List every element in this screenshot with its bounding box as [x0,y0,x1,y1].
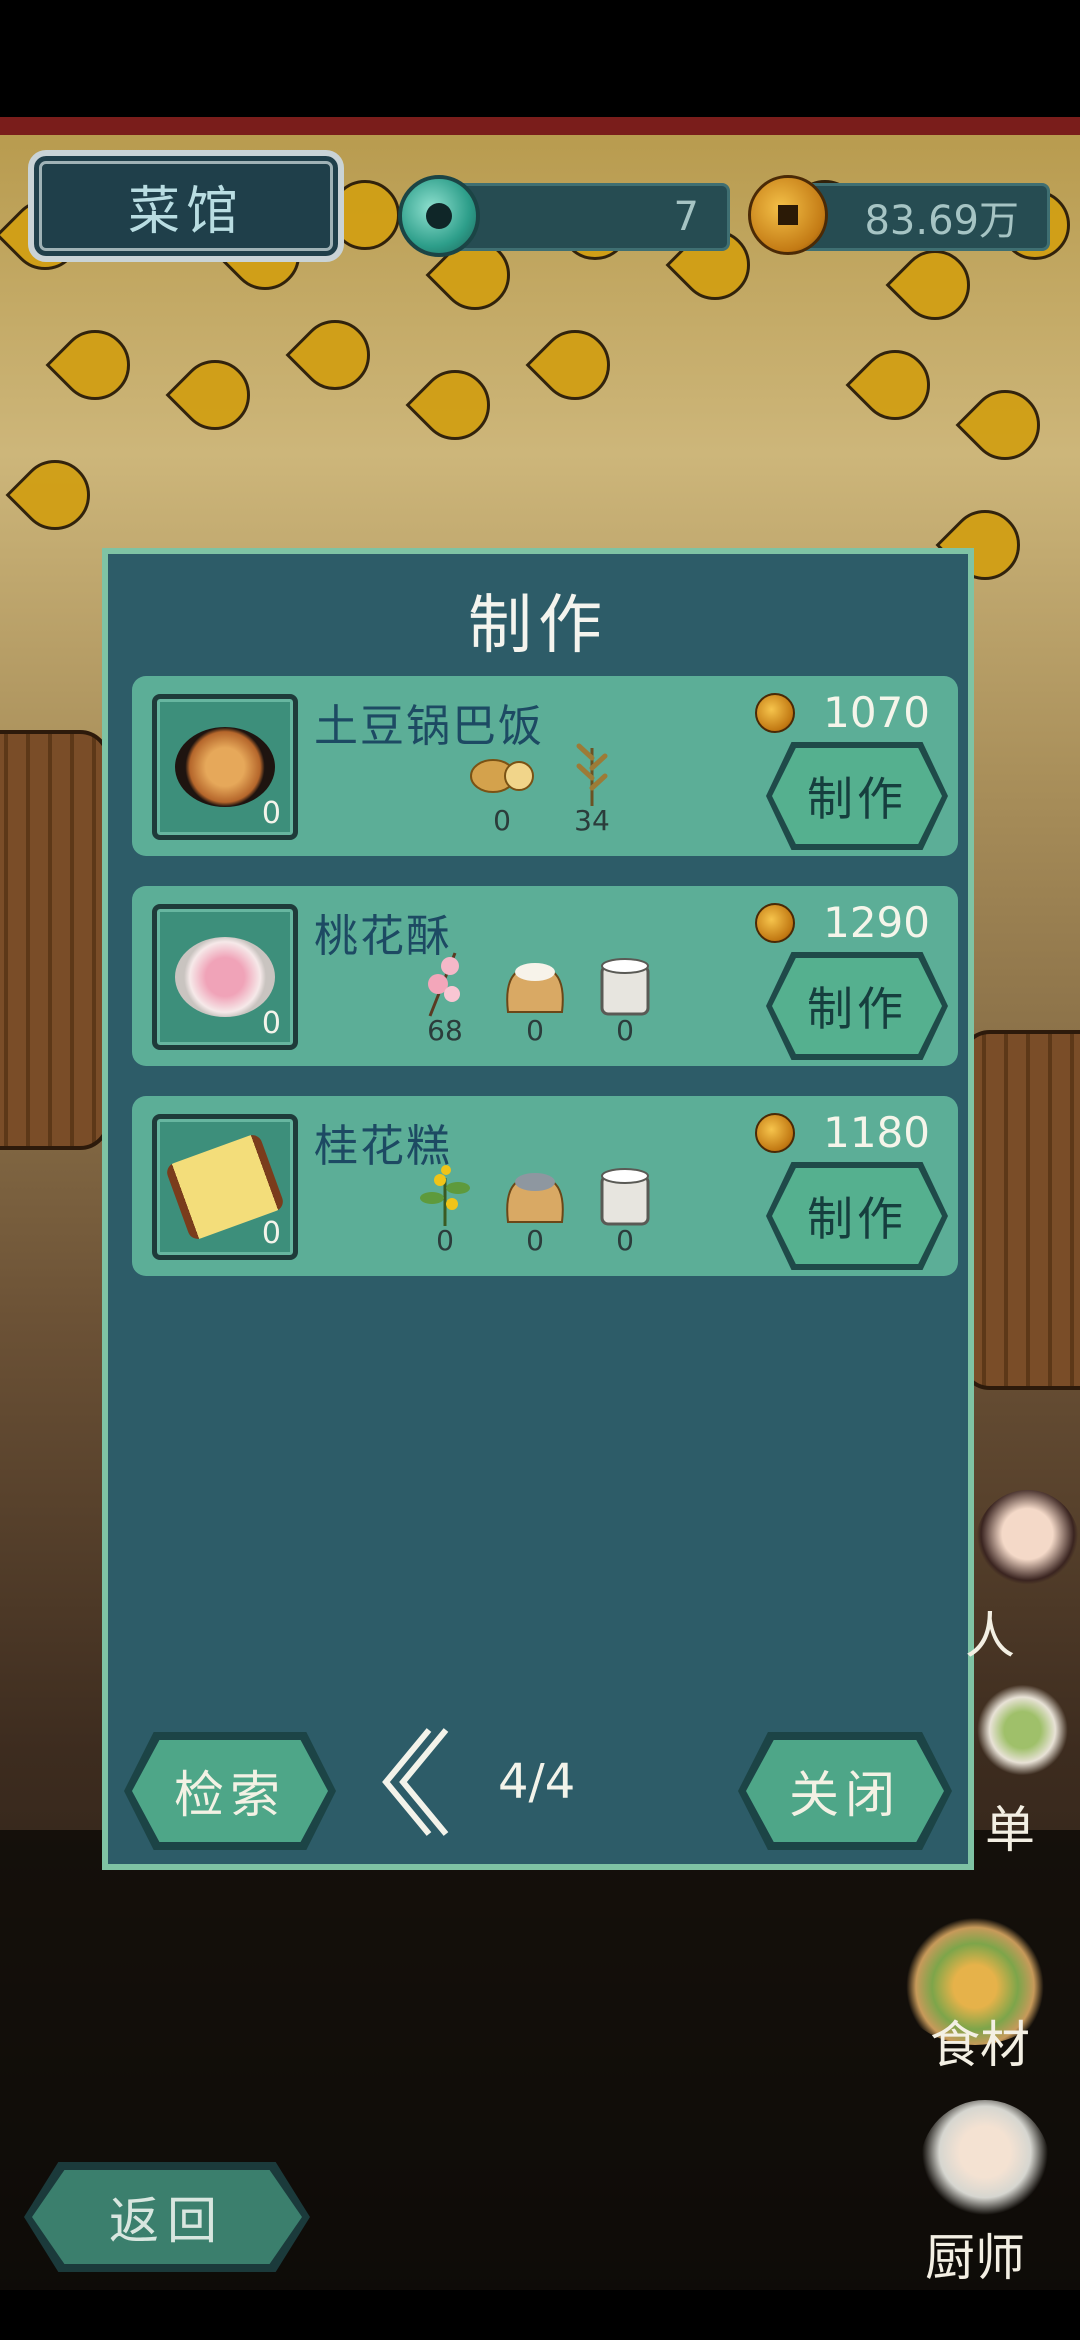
rice-sack-icon [506,1173,564,1223]
ingredient-qty: 0 [616,1224,634,1257]
jade-count: 7 [673,194,699,240]
ingredient-slot: 68 [400,948,490,1048]
recipe-price: 1180 [755,1108,930,1157]
side-menu-ingredients-label[interactable]: 食材 [920,2005,1040,2077]
recipe-price: 1290 [755,898,930,947]
side-menu-menu-label[interactable]: 单 [975,1790,1045,1862]
recipe-thumbnail: 0 [152,904,298,1050]
recipe-row: 0 桃花酥 1290 68 0 0 制作 [132,886,958,1066]
price-value: 1290 [823,898,930,947]
millet-stalk-icon [576,743,608,806]
ingredient-qty: 0 [526,1014,544,1047]
craft-dialog: 制作 0 土豆锅巴饭 1070 0 34 制作 0 桃花酥 1290 68 0 … [102,548,974,1870]
coin-count: 83.69万 [864,198,1019,244]
ingredient-slot: 0 [490,948,580,1048]
ingredient-slot: 0 [400,1158,490,1258]
copper-coin-icon [748,175,828,255]
owned-count: 0 [261,796,281,831]
recipe-thumbnail: 0 [152,1114,298,1260]
close-button[interactable]: 关闭 [746,1740,944,1842]
ingredient-qty: 68 [427,1014,463,1047]
price-value: 1070 [823,688,930,737]
page-indicator: 4/4 [498,1754,576,1810]
menu-dishes-icon[interactable] [965,1685,1080,1775]
osmanthus-icon [420,1165,470,1226]
top-hud: 菜馆 7 83.69万 [0,135,1080,280]
peach-blossom-icon [428,952,460,1017]
craft-button[interactable]: 制作 [772,958,942,1054]
potato-icon [470,759,534,793]
ingredient-slot: 34 [547,738,637,838]
ingredient-qty: 0 [526,1224,544,1257]
ingredient-qty: 0 [493,804,511,837]
lard-pot-icon [600,1168,650,1226]
craft-button[interactable]: 制作 [772,748,942,844]
ingredient-qty: 0 [616,1014,634,1047]
flour-sack-icon [506,963,564,1013]
recipe-row: 0 土豆锅巴饭 1070 0 34 制作 [132,676,958,856]
ingredient-slot: 0 [490,1158,580,1258]
coin-icon [755,692,796,733]
price-value: 1180 [823,1108,930,1157]
recipe-row: 0 桂花糕 1180 0 0 0 制作 [132,1096,958,1276]
lard-pot-icon [600,958,650,1016]
ingredient-slot: 0 [457,738,547,838]
owned-count: 0 [261,1006,281,1041]
side-menu-staff-label[interactable]: 人 [960,1596,1020,1668]
crispy-rice-pot-icon [175,727,275,807]
ingredient-qty: 0 [436,1224,454,1257]
jade-icon [398,175,480,257]
peach-blossom-pastry-icon [175,937,275,1017]
owned-count: 0 [261,1216,281,1251]
chef-portrait-icon[interactable] [920,2100,1050,2230]
recipe-thumbnail: 0 [152,694,298,840]
coin-icon [755,902,796,943]
restaurant-title-plaque[interactable]: 菜馆 [28,150,344,262]
restaurant-title: 菜馆 [127,181,244,242]
ingredient-slot: 0 [580,1158,670,1258]
coin-icon [755,1112,796,1153]
ingredient-qty: 34 [574,804,610,837]
recipe-price: 1070 [755,688,930,737]
device-status-bar [0,0,1080,135]
staff-portrait-icon[interactable] [975,1490,1080,1600]
search-button[interactable]: 检索 [132,1740,328,1842]
back-button[interactable]: 返回 [32,2170,302,2264]
dialog-title: 制作 [468,589,608,663]
craft-button[interactable]: 制作 [772,1168,942,1264]
side-menu-chef-label[interactable]: 厨师 [910,2218,1040,2290]
previous-page-arrow-icon[interactable] [374,1722,454,1842]
ingredient-slot: 0 [580,948,670,1048]
